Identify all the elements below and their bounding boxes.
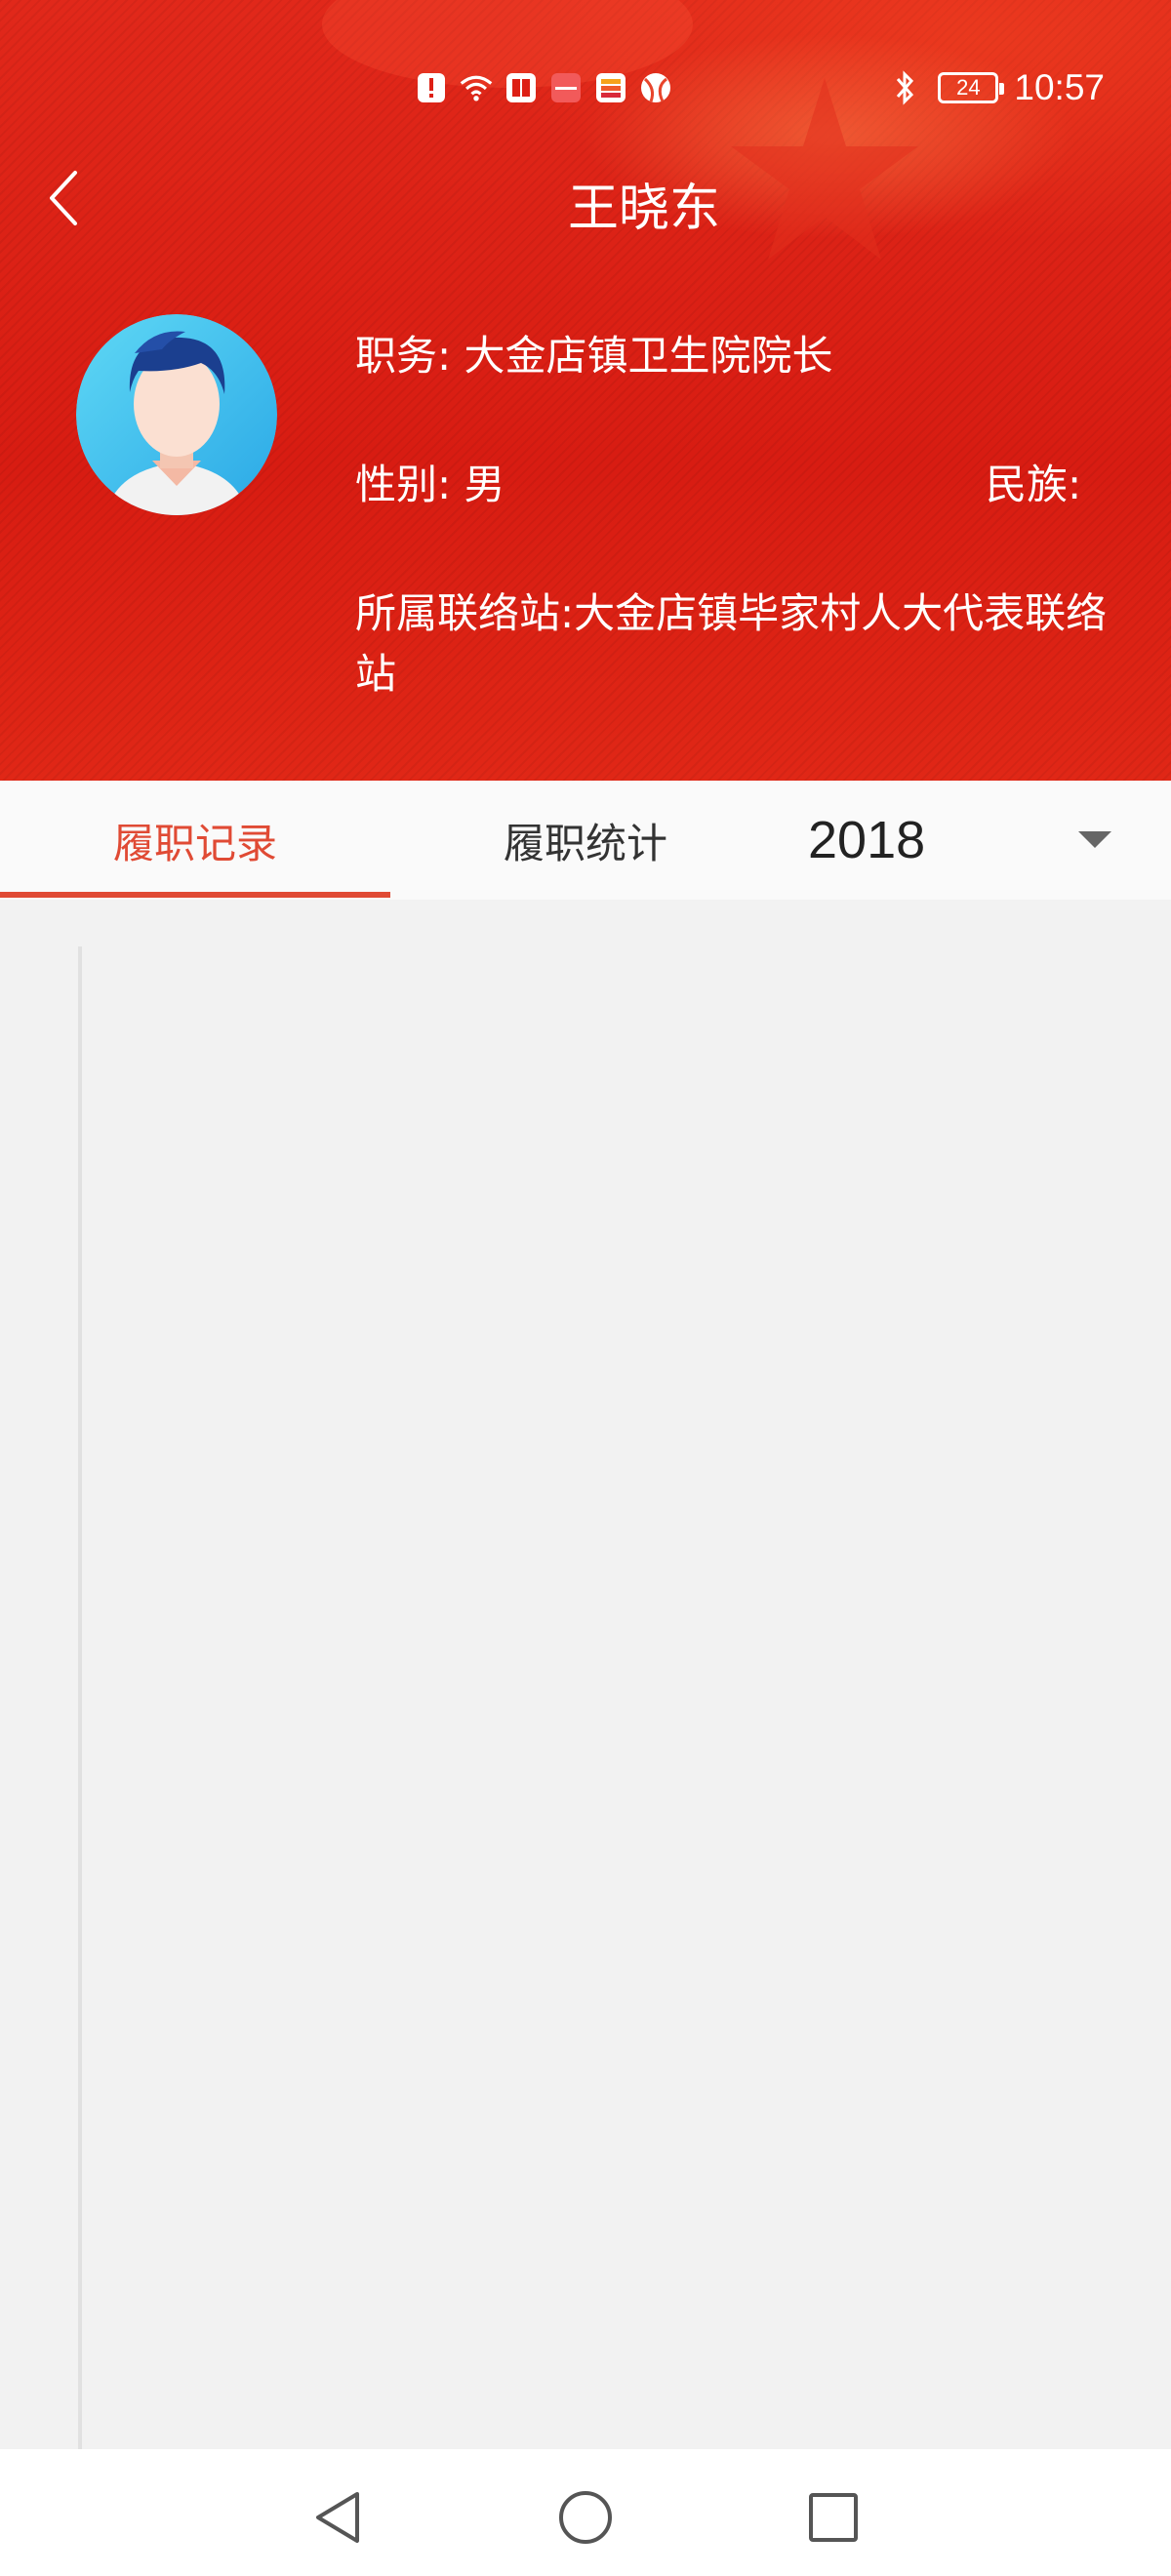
year-dropdown[interactable]: 2018	[781, 781, 1171, 900]
nav-back-button[interactable]	[299, 2478, 377, 2556]
tab-duty-statistics[interactable]: 履职统计	[390, 781, 781, 900]
records-list[interactable]	[0, 900, 1171, 2449]
nav-recent-button[interactable]	[794, 2478, 872, 2556]
alert-icon	[414, 70, 449, 105]
year-value: 2018	[808, 811, 926, 869]
status-bar: 24 10:57	[0, 59, 1171, 117]
home-circle-icon	[559, 2491, 612, 2544]
system-nav-bar	[0, 2449, 1171, 2576]
ball-app-icon	[638, 70, 673, 105]
profile-header: 24 10:57 王晓东 职务: 大金店镇卫生院院长 性别: 男 民族: 所属联…	[0, 0, 1171, 781]
caret-down-icon	[1078, 831, 1111, 848]
duty-row: 职务: 大金店镇卫生院院长	[355, 326, 833, 386]
battery-icon: 24	[938, 72, 1005, 103]
timeline-line	[78, 946, 82, 2449]
ethnicity-row: 民族:	[986, 455, 1081, 515]
battery-tip	[999, 83, 1005, 95]
huawei-app-icon	[548, 70, 584, 105]
gender-value: 男	[464, 461, 505, 508]
ethnicity-label: 民族:	[986, 461, 1082, 508]
battery-level: 24	[956, 75, 981, 100]
status-notification-icons	[414, 66, 673, 109]
avatar	[76, 314, 277, 515]
wifi-icon	[459, 70, 494, 105]
book-app-icon	[504, 70, 539, 105]
station-label: 所属联络站:	[355, 589, 575, 637]
page-title: 王晓东	[567, 180, 720, 238]
recent-square-icon	[809, 2493, 858, 2542]
stack-app-icon	[593, 70, 628, 105]
status-system-icons: 24 10:57	[887, 66, 1105, 109]
gender-row: 性别: 男	[355, 455, 505, 515]
bluetooth-icon	[887, 70, 922, 105]
nav-home-button[interactable]	[546, 2478, 625, 2556]
gender-label: 性别:	[355, 461, 452, 508]
station-row: 所属联络站:大金店镇毕家村人大代表联络站	[355, 584, 1116, 704]
active-tab-indicator	[0, 892, 390, 898]
back-triangle-icon	[316, 2492, 359, 2543]
person-avatar-icon	[76, 314, 277, 515]
duty-label: 职务:	[355, 332, 452, 380]
duty-value: 大金店镇卫生院院长	[464, 332, 833, 380]
tab-duty-records[interactable]: 履职记录	[0, 781, 390, 900]
status-time: 10:57	[1014, 67, 1105, 107]
